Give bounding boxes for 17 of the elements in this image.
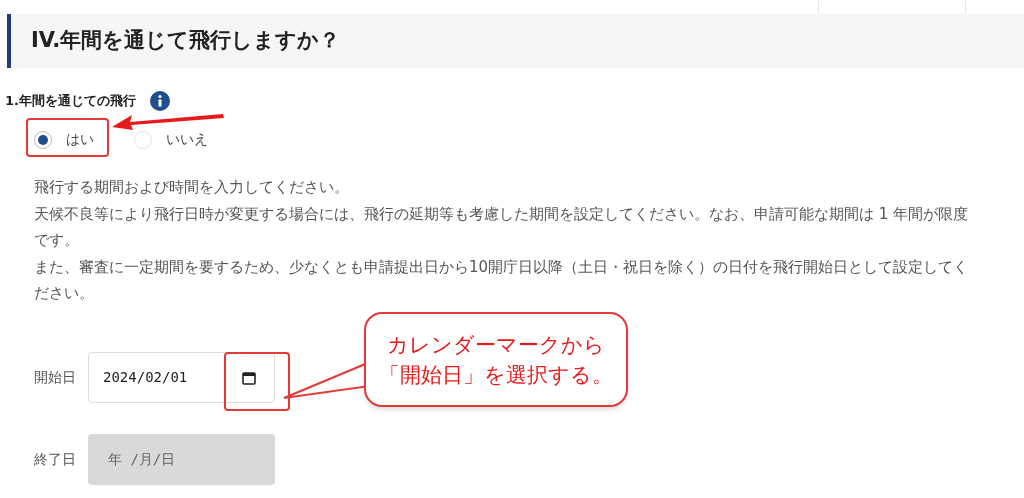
highlight-frame: [224, 352, 290, 411]
info-icon[interactable]: [150, 91, 170, 111]
date-field[interactable]: 2024/02/01: [88, 352, 275, 403]
date-placeholder: 年 /月/日: [107, 450, 176, 469]
radio-option[interactable]: はい: [34, 129, 94, 150]
section-title: IV.年間を通じて飛行しますか？: [31, 27, 341, 55]
date-value: 2024/02/01: [103, 368, 188, 387]
callout-text: カレンダーマークから: [387, 331, 605, 359]
calendar-icon[interactable]: [242, 370, 256, 385]
callout-text: 「開始日」を選択する。: [379, 361, 613, 389]
date-label: 開始日: [34, 368, 77, 387]
date-label: 終了日: [34, 450, 77, 469]
instruction-text: 飛行する期間および時間を入力してください。: [34, 177, 350, 198]
question-label: 1.年間を通じての飛行: [5, 92, 136, 111]
radio-option[interactable]: いいえ: [134, 129, 208, 150]
instruction-text: 天候不良等により飛行日時が変更する場合には、飛行の延期等も考慮した期間を設定してください。なお、申請可能な期間は 1 年間が限度です。: [34, 204, 970, 251]
instruction-text: また、審査に一定期間を要するため、少なくとも申請提出日から10開庁日以降（土日・祝日を除く）の日付を飛行開始日として設定してください。: [34, 257, 970, 304]
